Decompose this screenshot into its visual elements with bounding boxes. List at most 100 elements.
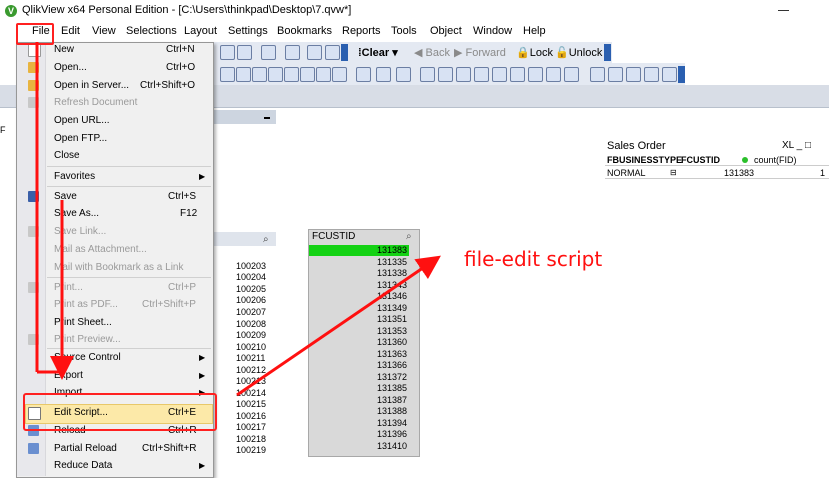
menu-bookmarks[interactable]: Bookmarks xyxy=(277,25,332,37)
menu-item-print[interactable]: Print... xyxy=(54,282,83,293)
sheet-properties-icon[interactable] xyxy=(608,67,623,82)
menu-item-source-control[interactable]: Source Control xyxy=(54,352,121,363)
align-top-icon[interactable] xyxy=(474,67,489,82)
debug-icon[interactable] xyxy=(662,67,677,82)
menu-item-reduce-data[interactable]: Reduce Data xyxy=(54,460,112,471)
list-item[interactable]: 131363 xyxy=(309,349,409,360)
menu-view[interactable]: View xyxy=(92,25,116,37)
list-item[interactable]: 100208 xyxy=(236,319,266,329)
menu-item-mail-attachment[interactable]: Mail as Attachment... xyxy=(54,244,147,255)
context-help-icon[interactable] xyxy=(325,45,340,60)
list-item[interactable]: 100215 xyxy=(236,399,266,409)
list-item[interactable]: 131343 xyxy=(309,280,409,291)
list-item[interactable]: 131353 xyxy=(309,326,409,337)
list-item[interactable]: 131366 xyxy=(309,360,409,371)
minimize-object-icon[interactable] xyxy=(264,117,270,119)
list-item[interactable]: 131387 xyxy=(309,395,409,406)
list-item[interactable]: 100204 xyxy=(236,272,266,282)
distribute-vertical-icon[interactable] xyxy=(546,67,561,82)
list-item-selected[interactable]: 131383 xyxy=(309,245,409,256)
align-middle-icon[interactable] xyxy=(492,67,507,82)
menu-item-export[interactable]: Export xyxy=(54,370,83,381)
list-item[interactable]: 131360 xyxy=(309,337,409,348)
menu-item-print-preview[interactable]: Print Preview... xyxy=(54,334,121,345)
bookmark-object-icon[interactable] xyxy=(284,67,299,82)
search-icon[interactable]: ⌕ xyxy=(263,234,269,245)
menu-item-open-in-server[interactable]: Open in Server... xyxy=(54,80,129,91)
list-item[interactable]: 100209 xyxy=(236,330,266,340)
line-icon[interactable] xyxy=(376,67,391,82)
listbox-icon[interactable] xyxy=(220,67,235,82)
menu-selections[interactable]: Selections xyxy=(126,25,177,37)
align-left-icon[interactable] xyxy=(420,67,435,82)
column-header[interactable]: FCUSTID xyxy=(681,155,720,165)
menu-help[interactable]: Help xyxy=(523,25,546,37)
list-item[interactable]: 131335 xyxy=(309,257,409,268)
checkbox-icon[interactable] xyxy=(220,45,235,60)
list-item[interactable]: 131372 xyxy=(309,372,409,383)
menu-item-open-ftp[interactable]: Open FTP... xyxy=(54,133,107,144)
menu-item-print-pdf[interactable]: Print as PDF... xyxy=(54,299,118,310)
list-item[interactable]: 100207 xyxy=(236,307,266,317)
list-item[interactable]: 131338 xyxy=(309,268,409,279)
object-icon[interactable] xyxy=(396,67,411,82)
forward-button[interactable]: ▶ Forward xyxy=(454,46,506,59)
edit-icon[interactable] xyxy=(285,45,300,60)
list-item[interactable]: 100206 xyxy=(236,295,266,305)
list-item[interactable]: 100205 xyxy=(236,284,266,294)
star-icon[interactable] xyxy=(261,45,276,60)
dropdown-icon[interactable]: ⊟ xyxy=(670,168,677,177)
list-item[interactable]: 131396 xyxy=(309,429,409,440)
menu-item-new[interactable]: New xyxy=(54,44,74,55)
list-item[interactable]: 100217 xyxy=(236,422,266,432)
search-icon[interactable]: ⌕ xyxy=(406,231,412,242)
document-properties-icon[interactable] xyxy=(626,67,641,82)
list-item[interactable]: 100203 xyxy=(236,261,266,271)
list-item[interactable]: 100212 xyxy=(236,365,266,375)
toolbar-overflow-icon[interactable] xyxy=(341,44,348,61)
menu-item-save[interactable]: Save xyxy=(54,191,77,202)
same-size-icon[interactable] xyxy=(564,67,579,82)
list-item[interactable]: 131351 xyxy=(309,314,409,325)
menu-edit[interactable]: Edit xyxy=(61,25,80,37)
help-icon[interactable] xyxy=(307,45,322,60)
clear-button[interactable]: ⁞Clear ▾ xyxy=(358,46,398,59)
lock-button[interactable]: 🔒Lock xyxy=(516,46,553,59)
minimize-button[interactable] xyxy=(771,1,795,19)
list-item[interactable]: 131346 xyxy=(309,291,409,302)
menu-object[interactable]: Object xyxy=(430,25,462,37)
object-caption-icons[interactable]: XL _ □ xyxy=(782,140,811,151)
menu-tools[interactable]: Tools xyxy=(391,25,417,37)
list-item[interactable]: 100210 xyxy=(236,342,266,352)
slider-icon[interactable] xyxy=(332,67,347,82)
chart-wizard-icon[interactable] xyxy=(356,67,371,82)
distribute-horizontal-icon[interactable] xyxy=(528,67,543,82)
menu-item-save-as[interactable]: Save As... xyxy=(54,208,99,219)
list-item[interactable]: 100213 xyxy=(236,376,266,386)
chart-icon[interactable] xyxy=(237,45,252,60)
unlock-button[interactable]: 🔓Unlock xyxy=(555,46,602,59)
menu-reports[interactable]: Reports xyxy=(342,25,381,37)
format-painter-icon[interactable] xyxy=(590,67,605,82)
menu-item-open-url[interactable]: Open URL... xyxy=(54,115,110,126)
toolbar-overflow-icon[interactable] xyxy=(678,66,685,83)
menu-settings[interactable]: Settings xyxy=(228,25,268,37)
menu-item-print-sheet[interactable]: Print Sheet... xyxy=(54,317,112,328)
search-object-icon[interactable] xyxy=(300,67,315,82)
toolbar-overflow-icon[interactable] xyxy=(604,44,611,61)
align-center-icon[interactable] xyxy=(438,67,453,82)
list-item[interactable]: 100219 xyxy=(236,445,266,455)
menu-item-close[interactable]: Close xyxy=(54,150,80,161)
reload-toolbar-icon[interactable] xyxy=(644,67,659,82)
menu-window[interactable]: Window xyxy=(473,25,512,37)
menu-item-open[interactable]: Open... xyxy=(54,62,87,73)
list-item[interactable]: 100216 xyxy=(236,411,266,421)
align-right-icon[interactable] xyxy=(456,67,471,82)
list-item[interactable]: 100211 xyxy=(236,353,265,363)
menu-item-favorites[interactable]: Favorites xyxy=(54,171,95,182)
list-item[interactable]: 100214 xyxy=(236,388,266,398)
button-object-icon[interactable] xyxy=(268,67,283,82)
list-item[interactable]: 131394 xyxy=(309,418,409,429)
container-icon[interactable] xyxy=(316,67,331,82)
list-item[interactable]: 131349 xyxy=(309,303,409,314)
